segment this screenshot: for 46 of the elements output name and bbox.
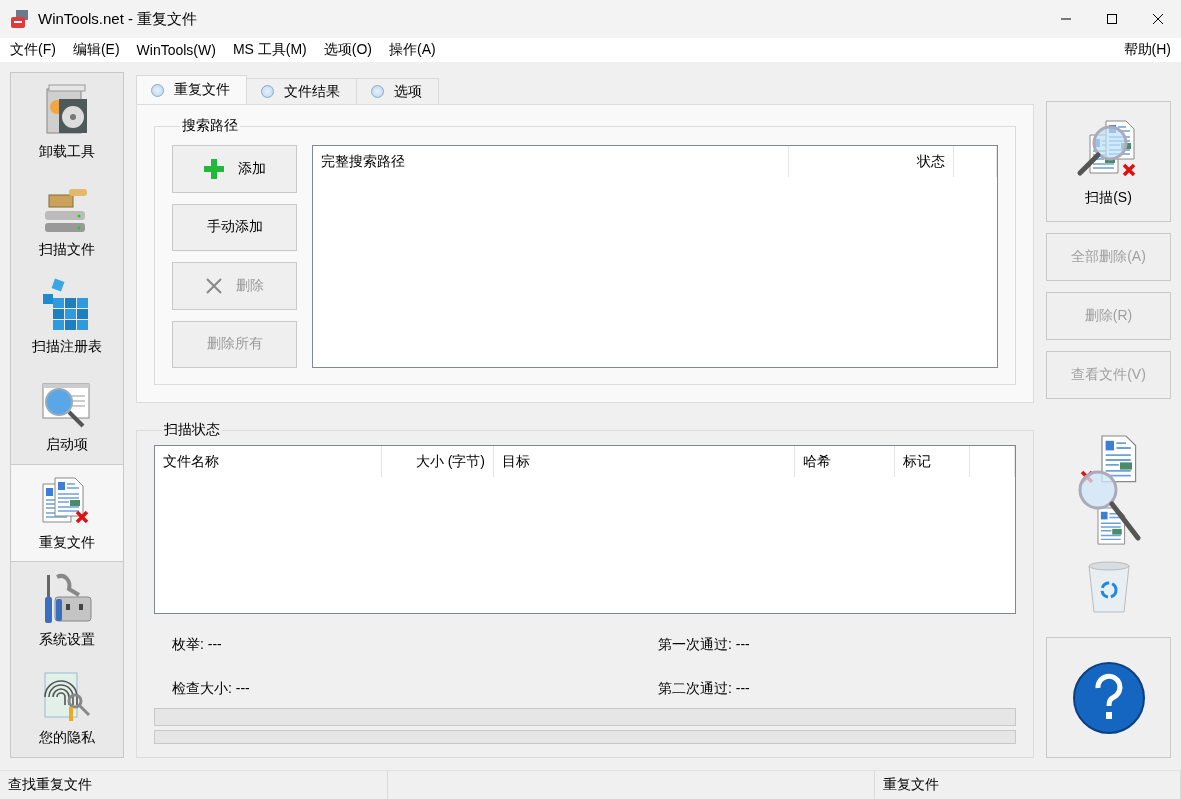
question-mark-icon bbox=[1071, 660, 1146, 735]
scan-stat: 检查大小: --- bbox=[172, 679, 251, 698]
group-title: 扫描状态 bbox=[163, 421, 221, 439]
menu-item[interactable]: WinTools(W) bbox=[136, 42, 216, 58]
cross-icon bbox=[205, 277, 222, 294]
column-header[interactable]: 标记 bbox=[895, 446, 970, 477]
path-button[interactable]: 添加 bbox=[172, 145, 297, 193]
menu-item[interactable]: 帮助(H) bbox=[1123, 41, 1171, 59]
scan-stat: 第二次通过: --- bbox=[658, 679, 751, 698]
menu-item[interactable]: 编辑(E) bbox=[72, 41, 120, 59]
sidebar-item[interactable]: 扫描注册表 bbox=[11, 268, 123, 367]
app-icon bbox=[10, 9, 30, 29]
group-title: 搜索路径 bbox=[181, 117, 239, 135]
tab[interactable]: 选项 bbox=[356, 78, 439, 104]
sidebar-item[interactable]: 启动项 bbox=[11, 366, 123, 464]
sidebar-item[interactable]: 您的隐私 bbox=[11, 659, 123, 758]
menu-item[interactable]: 操作(A) bbox=[389, 41, 436, 59]
menu-item[interactable]: 选项(O) bbox=[323, 41, 372, 59]
sidebar-item[interactable]: 重复文件 bbox=[11, 463, 123, 562]
radio-icon bbox=[371, 85, 384, 98]
plus-icon bbox=[203, 158, 224, 179]
column-header[interactable]: 目标 bbox=[494, 446, 795, 477]
scan-stat: 第一次通过: --- bbox=[658, 636, 751, 654]
status-text: 重复文件 bbox=[883, 776, 939, 794]
menu-item[interactable]: MS 工具(M) bbox=[232, 41, 307, 59]
path-button[interactable]: 手动添加 bbox=[172, 203, 297, 251]
sidebar-item[interactable]: 卸载工具 bbox=[11, 73, 123, 171]
column-header[interactable]: 哈希 bbox=[795, 446, 895, 477]
menu-item[interactable]: 文件(F) bbox=[10, 41, 56, 59]
close-icon bbox=[1152, 13, 1164, 25]
scan-stat: 枚举: --- bbox=[172, 636, 223, 654]
column-header[interactable]: 大小 (字节) bbox=[382, 446, 494, 477]
column-header[interactable]: 完整搜索路径 bbox=[313, 146, 789, 177]
radio-icon bbox=[261, 85, 274, 98]
scan-button[interactable]: 扫描(S) bbox=[1046, 101, 1171, 222]
sidebar-item[interactable]: 系统设置 bbox=[11, 561, 123, 660]
maximize-icon bbox=[1106, 13, 1118, 25]
sidebar-item[interactable]: 扫描文件 bbox=[11, 170, 123, 269]
radio-icon bbox=[151, 83, 164, 97]
help-button[interactable] bbox=[1046, 637, 1171, 758]
recycle-bin-icon bbox=[1085, 560, 1132, 614]
window-title: WinTools.net - 重复文件 bbox=[38, 9, 199, 29]
column-header[interactable]: 文件名称 bbox=[155, 446, 382, 477]
tab[interactable]: 重复文件 bbox=[136, 75, 247, 104]
column-header[interactable]: 状态 bbox=[789, 146, 954, 177]
status-text: 查找重复文件 bbox=[8, 776, 92, 794]
